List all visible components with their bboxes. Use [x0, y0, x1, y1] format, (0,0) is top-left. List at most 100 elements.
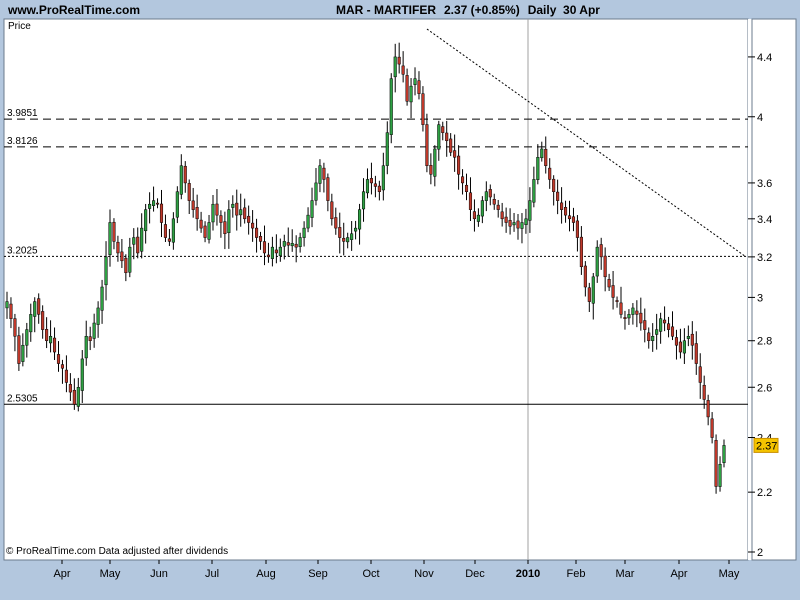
hline-label: 2.5305: [7, 393, 38, 404]
candle-body: [647, 332, 651, 341]
candle-body: [334, 217, 338, 229]
candle-body: [571, 216, 576, 223]
candle-body: [536, 157, 540, 180]
x-tick-label: May: [100, 568, 121, 580]
candle-body: [72, 389, 76, 405]
y-tick-label: 2.8: [757, 336, 772, 348]
candle-body: [643, 320, 647, 330]
y-tick-label: 2.6: [757, 382, 772, 394]
candle-body: [104, 256, 108, 286]
candle-body: [595, 246, 599, 277]
candle-body: [690, 333, 694, 346]
candle-body: [195, 207, 199, 220]
candle-body: [623, 317, 627, 319]
x-tick-label: Jun: [150, 568, 168, 580]
candle-body: [682, 340, 686, 354]
candle-body: [674, 337, 679, 346]
plot-margin: [748, 19, 752, 560]
candle-body: [556, 191, 560, 201]
last-price-label: 2.37: [756, 440, 777, 452]
candle-body: [397, 56, 401, 65]
candle-body: [247, 215, 251, 223]
candle-body: [381, 165, 385, 191]
candle-body: [718, 463, 722, 487]
candle-body: [294, 243, 298, 248]
candle-body: [25, 329, 29, 346]
candle-body: [369, 178, 373, 184]
candle-body: [639, 312, 643, 324]
candle-body: [377, 185, 381, 192]
price-chart[interactable]: 22.22.42.62.833.23.43.644.4AprMayJunJulA…: [0, 0, 800, 600]
candle-body: [92, 322, 96, 339]
y-tick-label: 2: [757, 547, 763, 559]
candle-body: [694, 343, 698, 364]
candle-body: [468, 192, 473, 210]
y-tick-label: 3.6: [757, 178, 772, 190]
candle-body: [211, 203, 215, 223]
candle-body: [698, 366, 702, 383]
candle-body: [338, 227, 342, 238]
candle-body: [33, 301, 37, 317]
y-tick-label: 3.2: [757, 252, 772, 264]
y-tick-label: 2.2: [757, 487, 772, 499]
x-tick-label: Sep: [308, 568, 328, 580]
x-tick-label: Jul: [205, 568, 219, 580]
candle-body: [532, 179, 536, 203]
candle-body: [128, 246, 132, 273]
candle-body: [84, 336, 88, 359]
candle-body: [286, 242, 290, 246]
candle-body: [191, 200, 195, 210]
candle-body: [599, 244, 603, 258]
candle-body: [528, 200, 532, 221]
candle-body: [445, 132, 449, 142]
candle-body: [17, 335, 21, 364]
candle-body: [124, 257, 128, 274]
candle-body: [393, 56, 397, 78]
candle-body: [488, 189, 492, 198]
candle-body: [472, 211, 476, 220]
x-tick-label: Mar: [616, 568, 635, 580]
candle-body: [278, 246, 282, 256]
candle-body: [231, 203, 235, 208]
candle-body: [37, 298, 41, 315]
x-tick-label: Dec: [465, 568, 485, 580]
candle-body: [68, 384, 72, 393]
candle-body: [607, 279, 611, 288]
candle-body: [575, 220, 579, 238]
candle-body: [183, 165, 187, 184]
candle-body: [480, 200, 484, 217]
candle-body: [9, 303, 13, 319]
candle-body: [710, 418, 714, 438]
candle-body: [655, 329, 659, 335]
x-tick-label: Feb: [567, 568, 586, 580]
candle-body: [512, 222, 516, 226]
candle-body: [627, 314, 631, 319]
x-tick-label: Apr: [53, 568, 70, 580]
candle-body: [354, 227, 358, 232]
candle-body: [389, 78, 393, 135]
candle-body: [5, 301, 9, 309]
candle-body: [155, 202, 160, 205]
candle-body: [702, 384, 706, 400]
candle-body: [405, 75, 409, 102]
candle-body: [433, 148, 437, 177]
candle-body: [56, 354, 61, 364]
candle-body: [350, 233, 354, 240]
candle-body: [659, 318, 663, 332]
candle-body: [171, 218, 175, 243]
candle-body: [21, 344, 25, 362]
candle-body: [457, 155, 461, 175]
y-tick-label: 4.4: [757, 52, 772, 64]
candle-body: [686, 336, 690, 339]
candle-body: [413, 78, 417, 85]
candle-body: [219, 215, 223, 223]
y-tick-label: 4: [757, 112, 763, 124]
candle-body: [167, 238, 171, 242]
candle-body: [243, 207, 247, 220]
candle-body: [100, 286, 104, 311]
candle-body: [358, 209, 362, 230]
candle-body: [326, 177, 330, 201]
candle-body: [235, 202, 239, 216]
candle-body: [441, 126, 445, 133]
candle-body: [302, 227, 306, 238]
